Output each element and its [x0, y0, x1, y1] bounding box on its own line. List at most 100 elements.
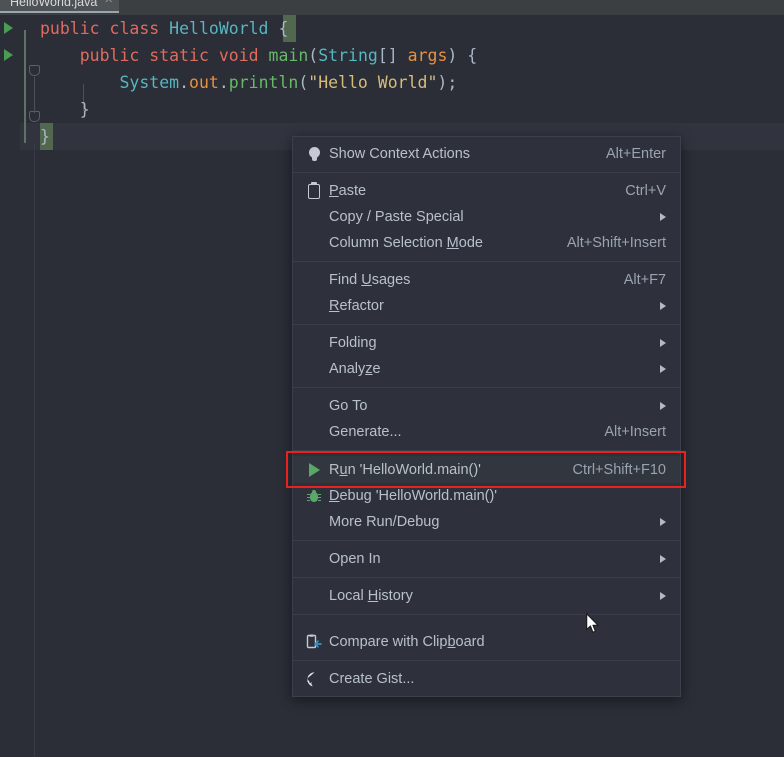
- icon-placeholder: [303, 586, 325, 606]
- menu-item-mnemonic: u: [339, 461, 348, 478]
- menu-item-mnemonic: b: [447, 634, 456, 650]
- gutter-divider: [24, 30, 26, 143]
- menu-item-run-helloworld-main[interactable]: Run 'HelloWorld.main()' Ctrl+Shift+F10: [293, 456, 680, 483]
- code-fold-marker[interactable]: [29, 65, 40, 76]
- menu-item-open-in[interactable]: Open In: [293, 546, 680, 572]
- code-token: class: [109, 19, 160, 38]
- menu-gap: [293, 620, 680, 629]
- menu-separator: [293, 172, 680, 173]
- code-token: ) {: [447, 46, 478, 65]
- menu-item-shortcut: Alt+Enter: [605, 146, 666, 162]
- icon-placeholder: [303, 422, 325, 442]
- menu-item-label: Local History: [329, 588, 413, 604]
- ide-editor-window: HelloWorld.java ✕ public class HelloWorl…: [0, 0, 784, 757]
- menu-separator: [293, 660, 680, 661]
- submenu-arrow-icon: [660, 402, 666, 410]
- menu-item-analyze[interactable]: Analyze: [293, 356, 680, 382]
- menu-item-folding[interactable]: Folding: [293, 330, 680, 356]
- menu-item-mnemonic: M: [446, 235, 459, 251]
- submenu-arrow-icon: [660, 339, 666, 347]
- menu-item-label: Analyze: [329, 361, 381, 377]
- menu-separator: [293, 450, 680, 451]
- icon-placeholder: [303, 296, 325, 316]
- run-gutter-icon[interactable]: [4, 22, 13, 34]
- menu-item-shortcut: Alt+F7: [623, 272, 666, 288]
- menu-item-refactor[interactable]: Refactor: [293, 293, 680, 319]
- menu-item-label: Refactor: [329, 298, 384, 314]
- editor-tab-helloworld-java[interactable]: HelloWorld.java ✕: [0, 0, 120, 13]
- menu-separator: [293, 387, 680, 388]
- run-gutter-icon[interactable]: [4, 49, 13, 61]
- menu-item-compare-with-clipboard[interactable]: Compare with Clipboard: [293, 629, 680, 655]
- icon-placeholder: [303, 233, 325, 253]
- code-line: System.out.println("Hello World");: [40, 69, 457, 96]
- menu-item-copy-paste-special[interactable]: Copy / Paste Special: [293, 204, 680, 230]
- editor-context-menu[interactable]: Show Context Actions Alt+Enter Paste Ctrl+V…: [292, 136, 681, 697]
- menu-item-find-usages[interactable]: Find Usages Alt+F7: [293, 267, 680, 293]
- menu-item-paste[interactable]: Paste Ctrl+V: [293, 178, 680, 204]
- menu-item-local-history[interactable]: Local History: [293, 583, 680, 609]
- menu-item-mnemonic: z: [365, 361, 373, 377]
- code-line: public class HelloWorld {: [40, 15, 288, 42]
- menu-item-more-run-debug[interactable]: More Run/Debug: [293, 509, 680, 535]
- menu-item-label: Debug 'HelloWorld.main()': [329, 488, 498, 504]
- close-icon[interactable]: ✕: [104, 0, 113, 7]
- menu-item-label: Open In: [329, 551, 381, 567]
- menu-item-shortcut: Alt+Insert: [604, 424, 666, 440]
- menu-separator: [293, 324, 680, 325]
- editor-left-border: [34, 143, 35, 757]
- icon-placeholder: [303, 549, 325, 569]
- code-token: static: [149, 46, 209, 65]
- menu-item-debug-helloworld-main[interactable]: Debug 'HelloWorld.main()': [293, 483, 680, 509]
- menu-item-create-gist[interactable]: Create Gist...: [293, 666, 680, 692]
- menu-item-label: Go To: [329, 398, 368, 414]
- menu-item-mnemonic: D: [329, 488, 340, 504]
- submenu-arrow-icon: [660, 592, 666, 600]
- code-token: HelloWorld: [169, 19, 269, 38]
- code-line: }: [40, 123, 50, 150]
- menu-item-column-selection-mode[interactable]: Column Selection Mode Alt+Shift+Insert: [293, 230, 680, 256]
- menu-item-go-to[interactable]: Go To: [293, 393, 680, 419]
- code-token: println: [228, 73, 299, 92]
- menu-item-label: Create Gist...: [329, 671, 415, 687]
- menu-item-label: Compare with Clipboard: [329, 634, 485, 650]
- menu-item-mnemonic: U: [361, 272, 372, 288]
- code-token: out: [189, 73, 219, 92]
- code-line: }: [40, 96, 90, 123]
- menu-item-label: Paste: [329, 183, 367, 199]
- code-token: "Hello World": [308, 73, 438, 92]
- submenu-arrow-icon: [660, 213, 666, 221]
- code-token: }: [40, 127, 50, 146]
- code-token: public: [40, 19, 100, 38]
- run-icon: [303, 460, 325, 480]
- compare-clipboard-icon: [303, 632, 325, 652]
- menu-item-label: Run 'HelloWorld.main()': [329, 461, 481, 478]
- editor-gutter: [0, 15, 20, 742]
- menu-item-show-context-actions[interactable]: Show Context Actions Alt+Enter: [293, 141, 680, 167]
- code-token: args: [407, 46, 448, 65]
- menu-item-mnemonic: P: [329, 183, 339, 199]
- icon-placeholder: [303, 333, 325, 353]
- code-token: {: [278, 19, 289, 38]
- menu-separator: [293, 261, 680, 262]
- code-fold-line: [34, 77, 35, 113]
- code-token: public: [79, 46, 140, 65]
- submenu-arrow-icon: [660, 365, 666, 373]
- menu-separator: [293, 614, 680, 615]
- menu-item-label: Generate...: [329, 424, 402, 440]
- code-token: String: [318, 46, 378, 65]
- menu-separator: [293, 540, 680, 541]
- icon-placeholder: [303, 396, 325, 416]
- code-token: System: [119, 73, 180, 92]
- submenu-arrow-icon: [660, 518, 666, 526]
- menu-item-generate[interactable]: Generate... Alt+Insert: [293, 419, 680, 445]
- menu-item-mnemonic: H: [367, 588, 379, 604]
- menu-item-shortcut: Alt+Shift+Insert: [566, 235, 666, 251]
- github-icon: [303, 669, 325, 689]
- menu-separator: [293, 577, 680, 578]
